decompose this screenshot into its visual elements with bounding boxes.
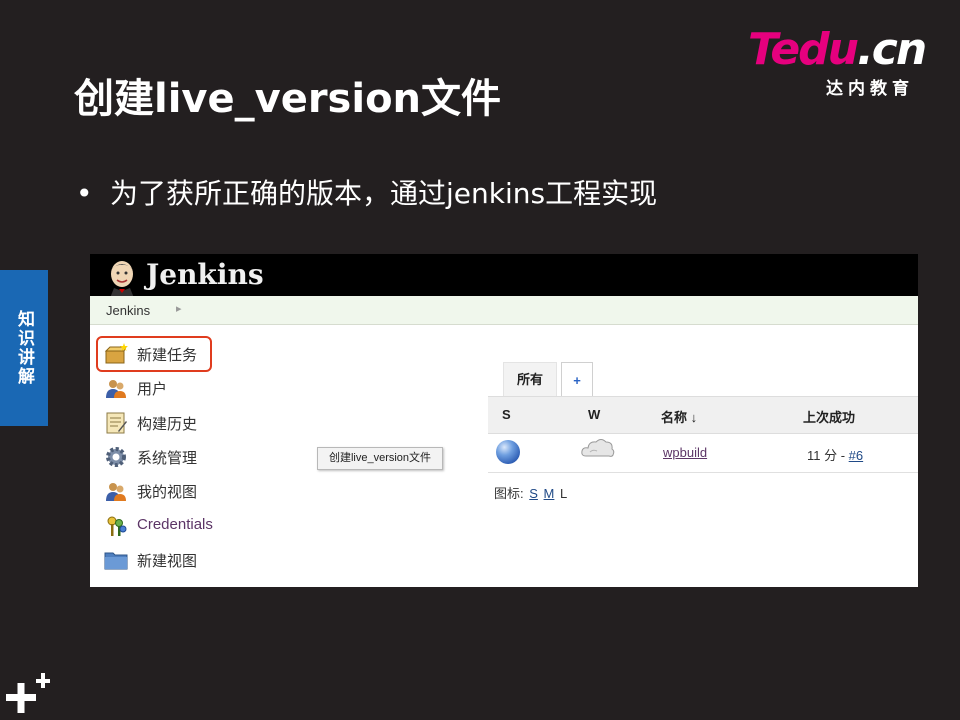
tooltip: 创建live_version文件: [317, 447, 443, 470]
slide-title: 创建live_version文件: [74, 76, 502, 122]
jenkins-screenshot: Jenkins Jenkins ▸ 新建任务 用户 构建历史 系统管理 我的视图…: [90, 254, 918, 587]
my-views-icon: [106, 483, 126, 501]
header-weather[interactable]: W: [588, 407, 600, 422]
jenkins-butler-icon: [110, 261, 134, 298]
breadcrumb-arrow-icon[interactable]: ▸: [176, 302, 182, 315]
credentials-icon: [107, 516, 127, 536]
breadcrumb: Jenkins ▸: [90, 296, 918, 325]
bullet-dot-icon: •: [76, 177, 93, 210]
last-success: 11 分 - #6: [807, 448, 864, 463]
tab-all[interactable]: 所有: [503, 362, 557, 397]
header-status[interactable]: S: [502, 407, 511, 422]
cloudy-weather-icon: [581, 439, 615, 457]
icon-size-l: L: [560, 486, 568, 501]
status-blue-ball-icon: [496, 440, 520, 464]
logo-subtitle: 达内教育: [826, 79, 914, 99]
icon-size-s[interactable]: S: [529, 486, 538, 501]
logo-wordmark: Tedu.cn: [748, 24, 927, 75]
bullet-text: 为了获所正确的版本，通过jenkins工程实现: [110, 177, 658, 210]
jenkins-header: Jenkins: [90, 254, 918, 298]
tab-add-view[interactable]: +: [561, 362, 593, 397]
jenkins-brand[interactable]: Jenkins: [146, 258, 264, 291]
build-link[interactable]: #6: [849, 448, 863, 463]
side-tab-label: 知识讲解: [14, 310, 34, 386]
build-history-icon: [106, 412, 127, 434]
plus-logo-icon: [6, 673, 50, 713]
users-icon: [106, 380, 126, 398]
job-link-wpbuild[interactable]: wpbuild: [663, 445, 707, 460]
bullet-point: • 为了获所正确的版本，通过jenkins工程实现: [76, 172, 657, 212]
folder-icon: [104, 552, 128, 570]
new-item-icon: [104, 343, 128, 364]
side-tab: 知识讲解: [0, 270, 48, 426]
header-last-success[interactable]: 上次成功: [803, 407, 855, 426]
gear-icon: [106, 447, 126, 467]
table-header: S W 名称 ↓ 上次成功: [488, 396, 918, 434]
icon-size-legend: 图标: S M L: [494, 486, 568, 501]
breadcrumb-jenkins[interactable]: Jenkins: [106, 303, 150, 318]
icon-size-m[interactable]: M: [544, 486, 555, 501]
header-name[interactable]: 名称 ↓: [661, 407, 697, 426]
table-row: wpbuild 11 分 - #6: [488, 432, 918, 473]
tedu-logo: Tedu.cn 达内教育: [748, 28, 930, 100]
